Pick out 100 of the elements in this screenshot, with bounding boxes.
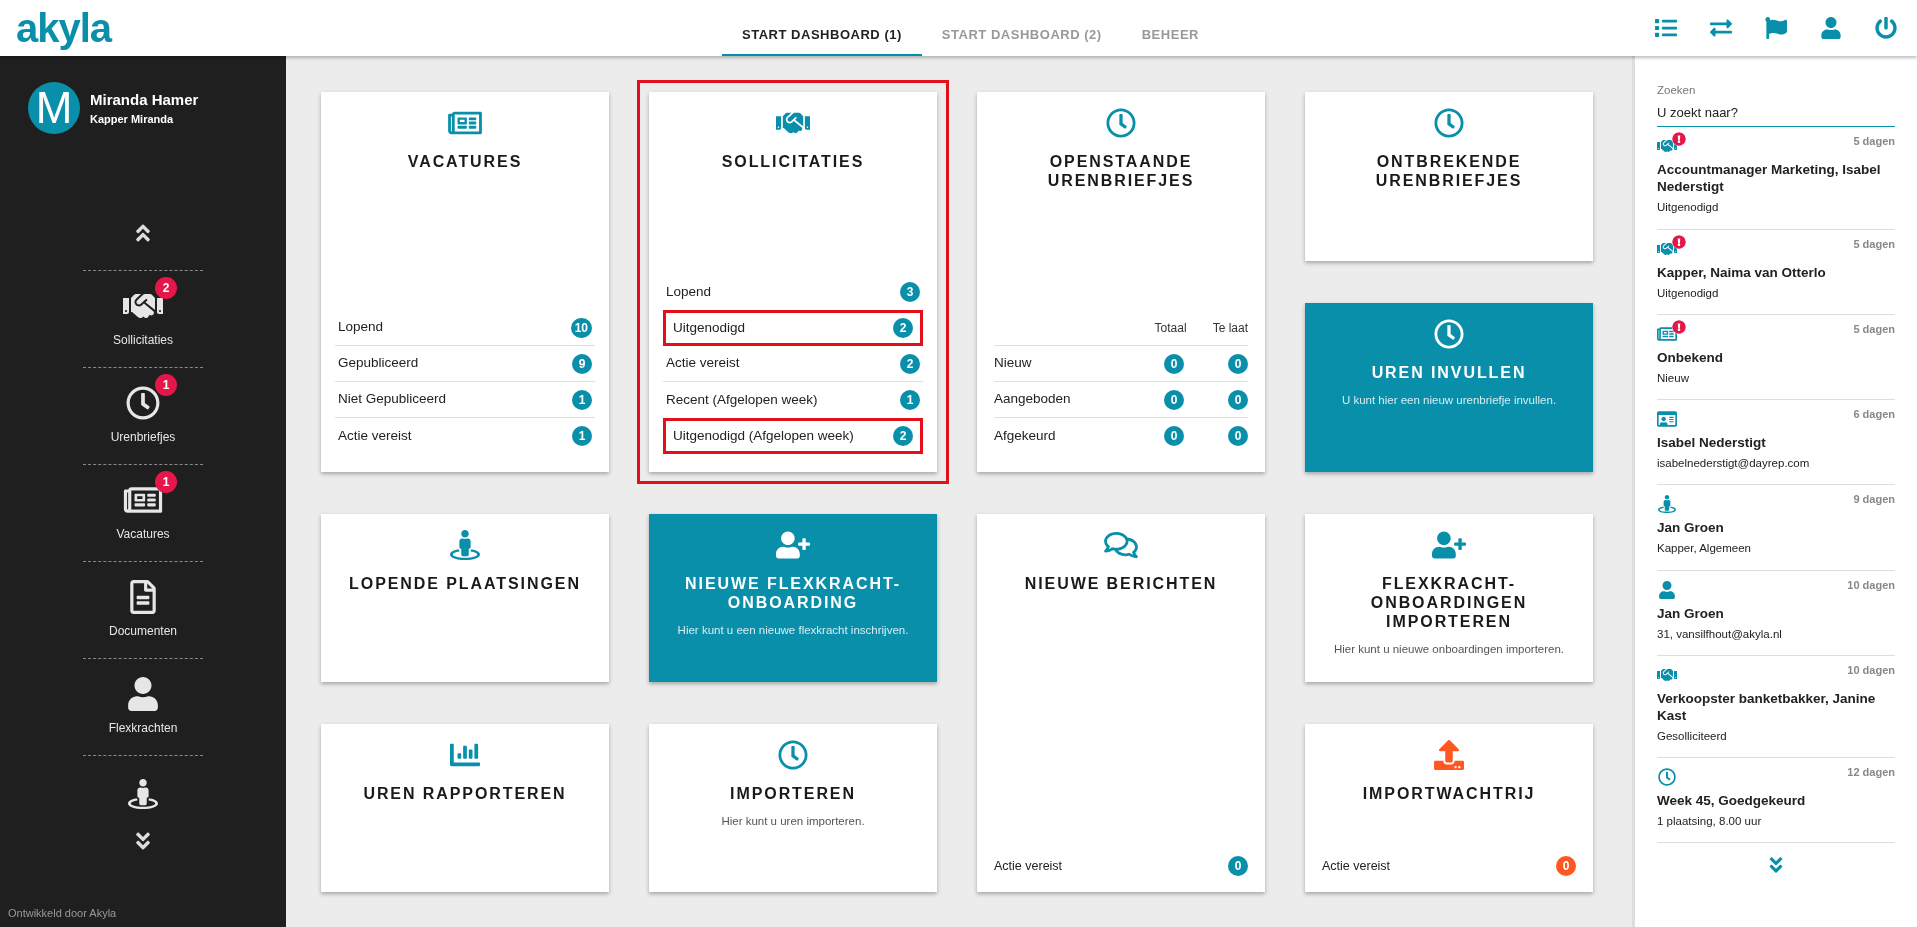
status-row[interactable]: Lopend 10 [335,310,595,346]
status-row[interactable]: Actie vereist 1 [335,418,595,454]
sidebar-item[interactable]: Flexkrachten [83,658,203,755]
item-age: 9 dagen [1853,492,1895,508]
dashboard-card[interactable]: IMPORTWACHTRIJ Actie vereist 0 [1305,724,1593,892]
card-description: U kunt hier een nieuw urenbriefje invullen. [1340,393,1558,408]
scroll-up-icon[interactable] [133,222,153,244]
activity-item[interactable]: 6 dagen Isabel Nederstigt isabelnederstigt@dayrep.com [1657,400,1895,486]
sidebar-item[interactable]: Documenten [83,561,203,658]
dashboard-card[interactable]: UREN RAPPORTEREN [321,724,609,892]
activity-item[interactable]: 5 dagen Kapper, Naima van Otterlo Uitgenodigd [1657,229,1895,315]
person-marker-icon[interactable] [128,778,158,810]
dashboard-card[interactable]: VACATURES Lopend 10 Gepubliceerd 9 Niet Gepubliceerd 1 Actie vereist 1 [321,92,609,472]
count-badge: 9 [572,353,592,374]
sidebar-item[interactable]: 1 Urenbriefjes [83,367,203,464]
activity-item[interactable]: 10 dagen Verkoopster banketbakker, Janine Kast Gesolliciteerd [1657,655,1895,758]
status-label: Uitgenodigd [673,318,746,337]
status-label: Actie vereist [994,857,1063,875]
item-age: 6 dagen [1853,407,1895,422]
dashboard-card[interactable]: SOLLICITATIES Lopend 3 Uitgenodigd 2 Actie vereist 2 Recent (Afgelopen week) 1 Uitgenodigd (Afgelopen week) 2 [649,92,937,472]
status-label: Actie vereist [666,354,740,373]
count-badge: 0 [1228,856,1248,876]
sidebar-item[interactable]: 1 Vacatures [83,464,203,561]
count-badge: 3 [900,282,920,302]
status-row[interactable]: Actie vereist 2 [663,346,923,382]
card-title: NIEUWE BERICHTEN [1023,574,1219,593]
action-tile[interactable]: UREN INVULLEN U kunt hier een nieuw urenbriefje invullen. [1305,303,1593,472]
item-title: Verkoopster banketbakker, Janine Kast [1657,689,1877,724]
newspaper-icon [1657,324,1677,343]
status-label: Actie vereist [1322,857,1391,875]
item-age: 5 dagen [1853,236,1895,252]
count-badge: 0 [1228,426,1248,446]
item-age: 10 dagen [1847,662,1895,678]
item-title: Week 45, Goedgekeurd [1657,792,1807,809]
column-header: Totaal [1154,319,1187,337]
dashboard-card[interactable]: IMPORTEREN Hier kunt u uren importeren. [649,724,937,892]
sidebar-label: Documenten [108,623,177,640]
dashboard-tab[interactable]: START DASHBOARD (1) [722,16,922,56]
item-age: 5 dagen [1853,321,1895,337]
dashboard-card[interactable]: FLEXKRACHT-ONBOARDINGEN IMPORTEREN Hier kunt u nieuwe onboardingen importeren. [1305,514,1593,682]
count-badge: 0 [1164,426,1184,446]
item-title: Kapper, Naima van Otterlo [1657,263,1827,281]
activity-item[interactable]: 5 dagen Onbekend Nieuw [1657,314,1895,400]
list-icon[interactable] [1655,17,1677,39]
status-label: Lopend [666,282,712,301]
search-label: Zoeken [1657,83,1697,98]
dashboard-card[interactable]: ONTBREKENDE URENBRIEFJES [1305,92,1593,261]
clock-icon [1657,768,1677,786]
dashboard-card[interactable]: LOPENDE PLAATSINGEN [321,514,609,682]
status-row[interactable]: Recent (Afgelopen week) 1 [663,382,923,418]
card-description: Hier kunt u uren importeren. [720,814,866,829]
action-tile[interactable]: NIEUWE FLEXKRACHT-ONBOARDING Hier kunt u een nieuwe flexkracht inschrijven. [649,514,937,682]
id-card-icon [1657,410,1677,428]
user-plus-icon [1432,530,1466,560]
status-row[interactable]: Gepubliceerd 9 [335,346,595,382]
activity-item[interactable]: 12 dagen Week 45, Goedgekeurd 1 plaatsing, 8.00 uur [1657,758,1895,844]
count-badge: 0 [1164,353,1184,374]
scroll-down-icon[interactable] [133,830,153,852]
card-description: Hier kunt u nieuwe onboardingen importeren. [1332,642,1566,657]
status-label: Actie vereist [338,426,412,445]
dashboard-card[interactable]: OPENSTAANDE URENBRIEFJES Totaal Te laat Nieuw 0 0 Aangeboden 0 0 Afgekeurd 0 0 [977,92,1265,472]
status-row[interactable]: Uitgenodigd (Afgelopen week) 2 [663,418,923,454]
status-label: Nieuw [994,354,1033,373]
footer-credit: Ontwikkeld door Akyla [8,905,117,921]
card-title: OPENSTAANDE URENBRIEFJES [1046,152,1196,190]
status-label: Uitgenodigd (Afgelopen week) [673,426,854,445]
sidebar-label: Flexkrachten [108,720,178,737]
flag-icon[interactable] [1765,17,1787,39]
logo[interactable]: akyla [16,8,112,48]
activity-item[interactable]: 9 dagen Jan Groen Kapper, Algemeen [1657,485,1895,571]
avatar: M [28,82,80,134]
count-badge: 2 [893,426,913,446]
activity-item[interactable]: 10 dagen Jan Groen 31, vansilfhout@akyla.nl [1657,570,1895,656]
notification-badge: 2 [155,277,177,299]
card-title: UREN RAPPORTEREN [362,784,568,803]
card-title: IMPORTEREN [729,784,857,803]
upload-icon [1432,740,1466,770]
search-field[interactable]: U zoekt naar? [1657,99,1895,128]
status-row[interactable]: Uitgenodigd 2 [663,310,923,346]
count-badge: 1 [900,390,920,410]
clock-icon [776,740,810,770]
status-row[interactable]: Lopend 3 [663,274,923,310]
sidebar-item[interactable]: 2 Sollicitaties [83,270,203,367]
card-title: FLEXKRACHT-ONBOARDINGEN IMPORTEREN [1369,574,1529,631]
card-title: ONTBREKENDE URENBRIEFJES [1374,152,1524,190]
activity-item[interactable]: 5 dagen Accountmanager Marketing, Isabel Nederstigt Uitgenodigd [1657,127,1895,230]
power-icon[interactable] [1875,17,1897,39]
card-title: LOPENDE PLAATSINGEN [348,574,582,593]
status-label: Lopend [338,318,384,337]
card-title: NIEUWE FLEXKRACHT-ONBOARDING [684,574,902,612]
person-marker-icon [1657,495,1677,514]
dashboard-card[interactable]: NIEUWE BERICHTEN Actie vereist 0 [977,514,1265,892]
user-icon[interactable] [1820,17,1842,39]
status-row[interactable]: Niet Gepubliceerd 1 [335,382,595,418]
item-title: Jan Groen [1657,604,1725,622]
count-badge: 1 [572,426,592,446]
load-more-icon[interactable] [1767,855,1785,876]
swap-arrows-icon[interactable] [1710,17,1732,39]
user-icon [1657,580,1677,599]
count-badge: 2 [893,318,913,338]
